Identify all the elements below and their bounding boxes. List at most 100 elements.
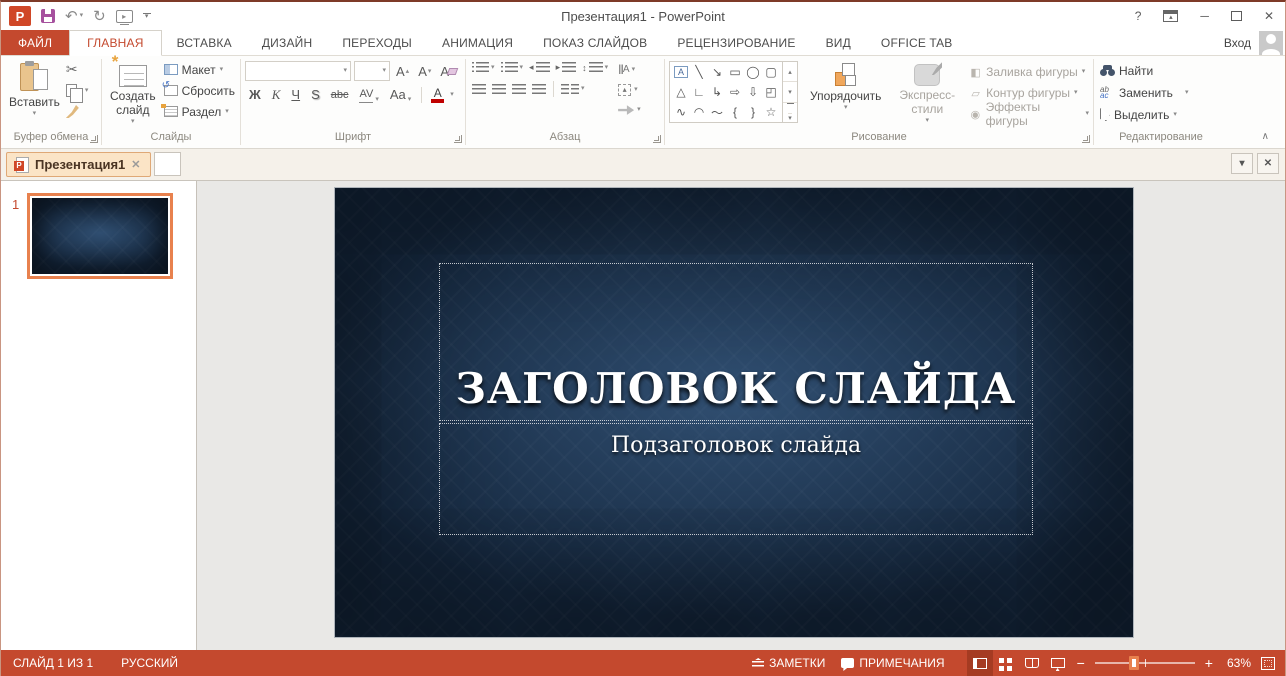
slide-thumbnail-panel[interactable]: 1 xyxy=(1,181,197,650)
underline-button[interactable]: Ч xyxy=(287,86,304,104)
zoom-slider-thumb[interactable] xyxy=(1129,656,1139,670)
shapes-scroll-up-icon[interactable]: ▴ xyxy=(783,62,797,81)
change-case-button[interactable]: Aa▾ xyxy=(386,86,415,104)
shape-rectangle[interactable]: ▭ xyxy=(726,62,744,82)
font-size-combo[interactable]: ▾ xyxy=(354,61,390,81)
shape-elbow-arrow-connector[interactable]: ↳ xyxy=(708,82,726,102)
avatar[interactable] xyxy=(1259,31,1283,55)
tab-animations[interactable]: АНИМАЦИЯ xyxy=(427,30,528,55)
tab-office-tab[interactable]: OFFICE TAB xyxy=(866,30,968,55)
font-color-button[interactable]: A xyxy=(428,86,447,104)
close-button[interactable]: ✕ xyxy=(1253,2,1285,30)
shapes-scroll-down-icon[interactable]: ▾ xyxy=(783,81,797,101)
zoom-in-button[interactable]: + xyxy=(1199,655,1219,671)
slide-sorter-view-button[interactable] xyxy=(993,650,1019,676)
slide-editor[interactable]: ЗАГОЛОВОК СЛАЙДА Подзаголовок слайда xyxy=(334,187,1134,638)
font-size-input[interactable] xyxy=(358,65,382,77)
redo-icon[interactable]: ↻ xyxy=(93,9,106,24)
comments-button[interactable]: ПРИМЕЧАНИЯ xyxy=(833,650,952,676)
slide-canvas[interactable]: ЗАГОЛОВОК СЛАЙДА Подзаголовок слайда xyxy=(197,181,1285,650)
format-painter-button[interactable] xyxy=(64,101,91,122)
customize-qat-icon[interactable]: ▾ xyxy=(143,13,151,19)
collapse-ribbon-button[interactable]: ∧ xyxy=(1262,131,1269,142)
section-button[interactable]: Раздел▾ xyxy=(162,101,237,122)
shape-scribble[interactable]: ∿ xyxy=(672,102,690,122)
tab-transitions[interactable]: ПЕРЕХОДЫ xyxy=(327,30,427,55)
shapes-more-icon[interactable]: ▾ xyxy=(783,102,797,122)
zoom-slider[interactable] xyxy=(1095,656,1195,670)
shape-rounded-rectangle[interactable]: ▢ xyxy=(762,62,780,82)
justify-button[interactable] xyxy=(530,83,548,96)
start-slideshow-icon[interactable]: ▸ xyxy=(116,10,133,23)
undo-dropdown-arrow-icon[interactable]: ▾ xyxy=(80,13,84,19)
columns-button[interactable]: ▾ xyxy=(559,83,587,96)
shape-arrow[interactable]: ↘ xyxy=(708,62,726,82)
shape-corner-rectangle[interactable]: ◰ xyxy=(762,82,780,102)
shape-arc[interactable]: ◠ xyxy=(690,102,708,122)
find-button[interactable]: Найти xyxy=(1098,60,1224,81)
sign-in-label[interactable]: Вход xyxy=(1224,36,1251,50)
quick-styles-button[interactable]: Экспресс-стили ▾ xyxy=(893,59,961,129)
select-button[interactable]: Выделить▾ xyxy=(1098,104,1224,125)
powerpoint-logo-icon[interactable]: P xyxy=(9,6,31,26)
tab-slideshow[interactable]: ПОКАЗ СЛАЙДОВ xyxy=(528,30,662,55)
close-document-button[interactable]: ✕ xyxy=(1257,153,1279,174)
decrease-indent-button[interactable]: ◂ xyxy=(527,61,552,74)
paste-button[interactable]: Вставить ▾ xyxy=(5,59,64,129)
align-center-button[interactable] xyxy=(490,83,508,96)
reading-view-button[interactable] xyxy=(1019,650,1045,676)
text-direction-button[interactable]: |||A▾ xyxy=(616,61,643,78)
shape-effects-button[interactable]: ◉Эффекты фигуры▾ xyxy=(969,104,1089,124)
tab-review[interactable]: РЕЦЕНЗИРОВАНИЕ xyxy=(662,30,810,55)
ribbon-display-options-button[interactable]: ▴ xyxy=(1152,2,1189,30)
replace-button[interactable]: abacЗаменить▾ xyxy=(1098,82,1224,103)
tab-design[interactable]: ДИЗАЙН xyxy=(247,30,328,55)
document-tab-close-icon[interactable]: ✕ xyxy=(131,158,140,171)
tab-file[interactable]: ФАЙЛ xyxy=(1,30,69,55)
shape-triangle[interactable]: △ xyxy=(672,82,690,102)
increase-indent-button[interactable]: ▸ xyxy=(554,61,579,74)
tab-list-dropdown-button[interactable]: ▾ xyxy=(1231,153,1253,174)
convert-to-smartart-button[interactable]: ▾ xyxy=(616,101,643,118)
paragraph-dialog-launcher-icon[interactable] xyxy=(653,135,661,143)
new-slide-button[interactable]: * Создать слайд ▾ xyxy=(106,59,160,129)
strikethrough-button[interactable]: abc xyxy=(327,86,353,104)
font-dialog-launcher-icon[interactable] xyxy=(454,135,462,143)
clear-formatting-button[interactable]: A xyxy=(437,63,460,80)
zoom-level[interactable]: 63% xyxy=(1219,656,1259,670)
tab-insert[interactable]: ВСТАВКА xyxy=(162,30,247,55)
text-shadow-button[interactable]: S xyxy=(307,86,324,104)
maximize-button[interactable] xyxy=(1220,2,1253,30)
align-right-button[interactable] xyxy=(510,83,528,96)
arrange-button[interactable]: Упорядочить ▾ xyxy=(806,59,885,129)
language-indicator[interactable]: РУССКИЙ xyxy=(113,650,186,676)
slideshow-view-button[interactable] xyxy=(1045,650,1071,676)
slide-thumbnail[interactable] xyxy=(27,193,173,279)
shape-curve[interactable]: ～ xyxy=(708,102,726,122)
title-placeholder[interactable]: ЗАГОЛОВОК СЛАЙДА xyxy=(439,263,1033,421)
zoom-out-button[interactable]: − xyxy=(1071,655,1091,671)
shape-text-box[interactable]: A xyxy=(674,66,688,78)
shape-star[interactable]: ☆ xyxy=(762,102,780,122)
new-document-tab-button[interactable] xyxy=(154,152,181,176)
subtitle-placeholder[interactable]: Подзаголовок слайда xyxy=(439,423,1033,535)
save-icon[interactable] xyxy=(41,9,55,23)
align-text-button[interactable]: ▴▾ xyxy=(616,81,643,98)
minimize-button[interactable]: ─ xyxy=(1189,2,1220,30)
drawing-dialog-launcher-icon[interactable] xyxy=(1082,135,1090,143)
line-spacing-button[interactable]: ↕▾ xyxy=(580,61,610,74)
cut-button[interactable]: ✂ xyxy=(64,59,91,80)
shrink-font-button[interactable]: A▾ xyxy=(415,63,434,80)
bullets-button[interactable]: ▾ xyxy=(470,61,497,74)
layout-button[interactable]: Макет▾ xyxy=(162,59,237,80)
tab-view[interactable]: ВИД xyxy=(811,30,866,55)
character-spacing-button[interactable]: AV▾ xyxy=(355,85,382,104)
shape-line[interactable]: ╲ xyxy=(690,62,708,82)
font-name-combo[interactable]: ▾ xyxy=(245,61,351,81)
shape-left-brace[interactable]: { xyxy=(726,102,744,122)
document-tab[interactable]: Презентация1 ✕ xyxy=(6,152,151,177)
undo-icon[interactable]: ↶ xyxy=(65,9,78,24)
numbering-button[interactable]: ▾ xyxy=(499,61,526,74)
notes-button[interactable]: ЗАМЕТКИ xyxy=(744,650,833,676)
bold-button[interactable]: Ж xyxy=(245,86,265,104)
